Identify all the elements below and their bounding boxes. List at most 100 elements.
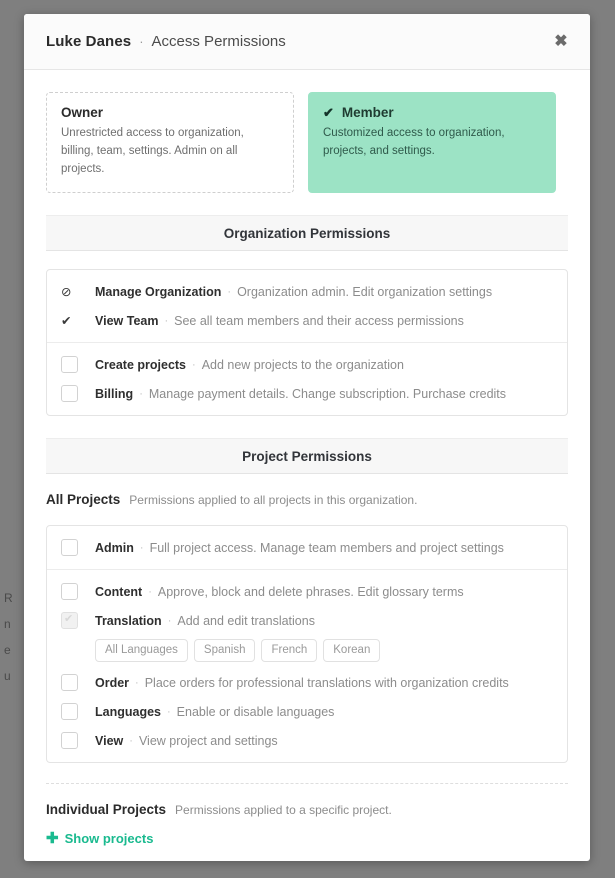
- permission-row-billing[interactable]: Billing · Manage payment details. Change…: [47, 379, 567, 408]
- permission-description: Add new projects to the organization: [201, 357, 404, 372]
- individual-projects-title: Individual Projects: [46, 802, 167, 818]
- permission-separator: ·: [135, 676, 139, 689]
- permission-row-create-projects[interactable]: Create projects · Add new projects to th…: [47, 350, 567, 379]
- permission-description: Manage payment details. Change subscript…: [148, 386, 507, 401]
- permission-separator: ·: [167, 614, 172, 627]
- organization-permissions-card: ⊘ Manage Organization · Organization adm…: [46, 269, 568, 417]
- role-description-member: Customized access to organization, proje…: [323, 127, 505, 157]
- permission-label: Create projects: [95, 357, 187, 372]
- section-header-organization: Organization Permissions: [46, 215, 568, 252]
- permission-separator: ·: [129, 734, 133, 747]
- modal-header: Luke Danes · Access Permissions ✖: [24, 14, 590, 70]
- role-selector: Owner Unrestricted access to organizatio…: [46, 70, 568, 194]
- permission-label: Manage Organization: [95, 284, 222, 299]
- organization-checkbox-rows: Create projects · Add new projects to th…: [47, 342, 567, 415]
- role-card-member[interactable]: ✔ Member Customized access to organizati…: [308, 92, 556, 194]
- permission-row-content[interactable]: Content · Approve, block and delete phra…: [47, 577, 567, 606]
- language-pill-spanish[interactable]: Spanish: [193, 639, 256, 663]
- permission-label: Translation: [95, 613, 162, 628]
- language-pill-all-languages[interactable]: All Languages: [95, 639, 188, 663]
- permission-row-languages[interactable]: Languages · Enable or disable languages: [47, 697, 567, 726]
- all-projects-heading: All Projects Permissions applied to all …: [46, 474, 568, 507]
- plus-icon: ✚: [46, 830, 59, 848]
- permission-row-manage-organization: ⊘ Manage Organization · Organization adm…: [47, 277, 567, 306]
- checkbox-wrap: [61, 674, 85, 692]
- role-name-member: ✔ Member: [323, 105, 541, 120]
- checkbox-translation[interactable]: [61, 611, 78, 630]
- checkbox-order[interactable]: [61, 674, 78, 692]
- permission-description: Place orders for professional translatio…: [144, 675, 509, 690]
- checkbox-admin[interactable]: [61, 539, 78, 557]
- permission-separator: ·: [148, 585, 152, 598]
- modal-body: Owner Unrestricted access to organizatio…: [24, 70, 590, 861]
- permission-separator: ·: [139, 541, 144, 554]
- checkbox-billing[interactable]: [61, 385, 78, 403]
- permission-description: Add and edit translations: [177, 613, 315, 628]
- organization-static-rows: ⊘ Manage Organization · Organization adm…: [47, 270, 567, 342]
- background-line-3: e: [4, 643, 11, 657]
- project-detail-group: Content · Approve, block and delete phra…: [47, 569, 567, 762]
- role-label-owner: Owner: [61, 105, 104, 120]
- permission-description: Enable or disable languages: [176, 704, 335, 719]
- section-header-project: Project Permissions: [46, 438, 568, 475]
- checkbox-wrap: [61, 611, 85, 630]
- all-projects-title: All Projects: [46, 492, 121, 508]
- page-title-user: Luke Danes: [46, 33, 132, 50]
- permission-description: Full project access. Manage team members…: [149, 540, 504, 555]
- permission-description: View project and settings: [138, 733, 278, 748]
- show-projects-label: Show projects: [64, 831, 154, 847]
- role-card-owner[interactable]: Owner Unrestricted access to organizatio…: [46, 92, 294, 194]
- check-icon: ✔: [61, 314, 72, 329]
- language-pills: All Languages Spanish French Korean: [95, 639, 381, 663]
- permission-label: Content: [95, 584, 143, 599]
- checkbox-wrap: [61, 703, 85, 721]
- language-pill-french[interactable]: French: [261, 639, 318, 663]
- show-projects-button[interactable]: ✚ Show projects: [46, 831, 153, 846]
- checkbox-content[interactable]: [61, 583, 78, 601]
- permission-row-translation[interactable]: Translation · Add and edit translations: [47, 606, 567, 635]
- language-pill-row: All Languages Spanish French Korean: [47, 635, 567, 668]
- permission-separator: ·: [139, 387, 143, 400]
- background-line-4: u: [4, 669, 11, 683]
- background-page-text: R n e u: [4, 585, 22, 689]
- permission-row-view[interactable]: View · View project and settings: [47, 726, 567, 755]
- permission-description: Approve, block and delete phrases. Edit …: [157, 584, 464, 599]
- permission-row-view-team: ✔ View Team · See all team members and t…: [47, 306, 567, 335]
- check-icon: ✔: [323, 105, 334, 120]
- role-description-owner: Unrestricted access to organization, bil…: [61, 127, 244, 175]
- checkbox-languages[interactable]: [61, 703, 78, 721]
- project-admin-group: Admin · Full project access. Manage team…: [47, 526, 567, 569]
- checkbox-wrap: [61, 356, 85, 374]
- prohibited-icon: ⊘: [61, 285, 72, 300]
- language-pill-korean[interactable]: Korean: [323, 639, 381, 663]
- checkbox-create-projects[interactable]: [61, 356, 78, 374]
- permission-row-order[interactable]: Order · Place orders for professional tr…: [47, 668, 567, 697]
- page-title: Access Permissions: [151, 33, 286, 50]
- permission-separator: ·: [192, 358, 196, 371]
- permission-description: See all team members and their access pe…: [174, 313, 464, 328]
- permission-label: Admin: [95, 540, 134, 555]
- permission-label: Languages: [95, 704, 161, 719]
- title-separator: ·: [139, 34, 144, 49]
- permission-separator: ·: [164, 314, 169, 327]
- role-name-owner: Owner: [61, 105, 279, 120]
- permission-label: View: [95, 733, 124, 748]
- individual-projects-description: Permissions applied to a specific projec…: [175, 803, 392, 818]
- checkbox-wrap: [61, 539, 85, 557]
- permission-label: Order: [95, 675, 130, 690]
- individual-projects-heading: Individual Projects Permissions applied …: [46, 784, 568, 817]
- checkbox-wrap: [61, 732, 85, 750]
- role-label-member: Member: [341, 105, 394, 120]
- permission-label: Billing: [95, 386, 134, 401]
- checkbox-wrap: [61, 385, 85, 403]
- project-permissions-card: Admin · Full project access. Manage team…: [46, 525, 568, 764]
- checkbox-wrap: [61, 583, 85, 601]
- checkbox-view[interactable]: [61, 732, 78, 750]
- all-projects-description: Permissions applied to all projects in t…: [129, 493, 418, 508]
- permission-separator: ·: [167, 705, 171, 718]
- permission-row-admin[interactable]: Admin · Full project access. Manage team…: [47, 533, 567, 562]
- close-icon[interactable]: ✖: [550, 31, 572, 53]
- permission-description: Organization admin. Edit organization se…: [237, 284, 493, 299]
- access-permissions-modal: Luke Danes · Access Permissions ✖ Owner …: [24, 14, 590, 861]
- background-line-1: R: [4, 591, 13, 605]
